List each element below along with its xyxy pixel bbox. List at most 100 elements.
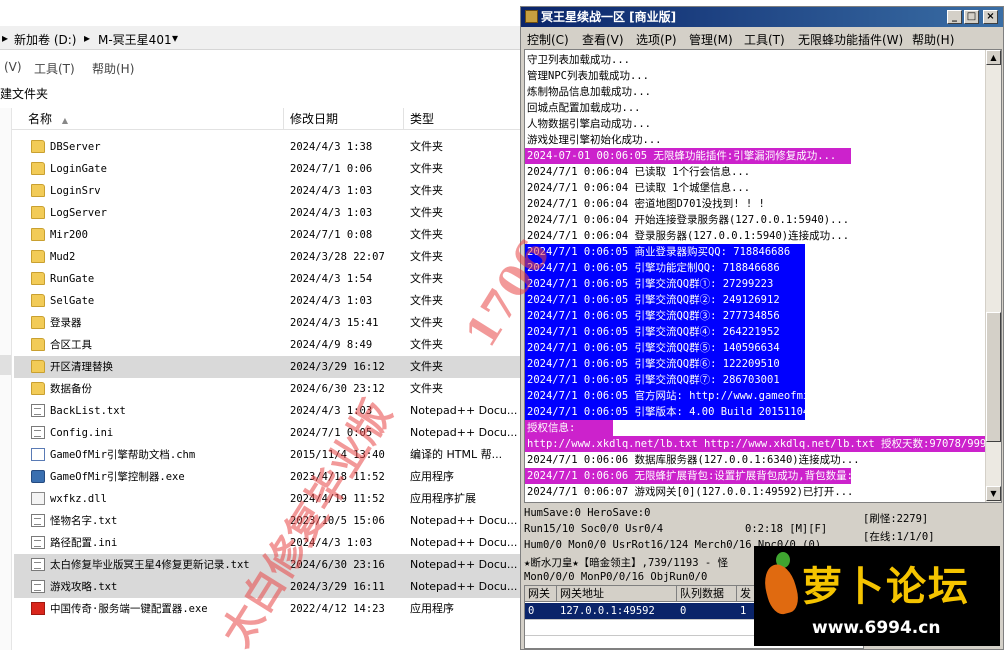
file-type: 文件夹 — [410, 272, 443, 285]
forum-logo: 萝卜论坛 www.6994.cn — [754, 546, 1000, 646]
column-type[interactable]: 类型 — [404, 108, 522, 130]
table-row[interactable]: GameOfMir引擎帮助文档.chm 2015/11/4 13:40 编译的 HT… — [14, 444, 522, 466]
breadcrumb-drive[interactable]: 新加卷 (D:) — [14, 31, 76, 48]
table-row[interactable]: 太白修复毕业版冥王星4修复更新记录.txt 2024/6/30 23:16 Note… — [14, 554, 522, 576]
new-folder-button[interactable]: 建文件夹 — [0, 82, 48, 102]
menu-tools[interactable]: 工具(T) — [34, 60, 75, 77]
maximize-button[interactable]: □ — [964, 10, 979, 24]
navigation-pane[interactable] — [0, 108, 12, 650]
table-row[interactable]: BackList.txt 2024/4/3 1:03 Notepad++ Docu.… — [14, 400, 522, 422]
text-file-icon — [31, 514, 45, 527]
table-row[interactable]: Mud2 2024/3/28 22:07 文件夹 — [14, 246, 522, 268]
file-type: 文件夹 — [410, 382, 443, 395]
gate-id: 0 — [528, 605, 535, 617]
file-date: 2024/4/9 8:49 — [290, 339, 373, 351]
breadcrumb-separator-icon[interactable]: ▸ — [84, 31, 90, 45]
scroll-up-icon[interactable]: ▲ — [986, 50, 1001, 65]
menu-view[interactable]: (V) — [4, 60, 22, 74]
dll-icon — [31, 492, 45, 505]
minimize-button[interactable]: _ — [947, 10, 962, 24]
log-line: 2024/7/1 0:06:04 已读取 1个城堡信息... — [527, 182, 751, 194]
table-row[interactable]: 合区工具 2024/4/9 8:49 文件夹 — [14, 334, 522, 356]
chevron-down-icon[interactable]: ▾ — [172, 31, 178, 45]
status-run: Run15/10 Soc0/0 Usr0/4 — [524, 523, 664, 535]
help-file-icon — [31, 448, 45, 461]
breadcrumb-folder[interactable]: M-冥王星401 — [98, 31, 172, 48]
table-row[interactable]: wxfkz.dll 2024/4/19 11:52 应用程序扩展 — [14, 488, 522, 510]
file-date: 2022/4/12 14:23 — [290, 603, 385, 615]
table-row[interactable]: LoginGate 2024/7/1 0:06 文件夹 — [14, 158, 522, 180]
gate-col-queue[interactable]: 队列数据 — [677, 586, 737, 602]
menu-tools[interactable]: 工具(T) — [744, 31, 785, 48]
table-row[interactable]: LoginSrv 2024/4/3 1:03 文件夹 — [14, 180, 522, 202]
title-bar[interactable]: 冥王星续战一区 [商业版] _ □ × — [521, 7, 1003, 27]
sort-up-icon: ▲ — [61, 116, 68, 125]
column-name[interactable]: 名称 ▲ — [12, 108, 284, 130]
navigation-selection — [0, 355, 11, 375]
file-name: 数据备份 — [50, 383, 92, 395]
logo-url: www.6994.cn — [812, 618, 941, 638]
table-row[interactable]: RunGate 2024/4/3 1:54 文件夹 — [14, 268, 522, 290]
table-row[interactable]: SelGate 2024/4/3 1:03 文件夹 — [14, 290, 522, 312]
column-header: 名称 ▲ 修改日期 类型 — [12, 108, 522, 130]
log-line: 守卫列表加载成功... — [527, 54, 630, 66]
folder-icon — [31, 272, 45, 285]
log-line: 授权信息: — [525, 420, 613, 436]
gate-col-id[interactable]: 网关 — [525, 586, 557, 602]
file-date: 2024/4/3 1:03 — [290, 295, 373, 307]
file-date: 2024/7/1 0:06 — [290, 163, 373, 175]
table-row[interactable]: LogServer 2024/4/3 1:03 文件夹 — [14, 202, 522, 224]
file-date: 2024/3/28 22:07 — [290, 251, 385, 263]
server-log[interactable]: 守卫列表加载成功... 管理NPC列表加载成功... 炼制物品信息加载成功... 回城… — [524, 49, 1002, 503]
menu-options[interactable]: 选项(P) — [636, 31, 677, 48]
log-line: 2024/7/1 0:06:05 引擎交流QQ群②: 249126912 — [525, 292, 805, 308]
log-line: 2024/7/1 0:06:07 游戏网关[0](127.0.0.1:49592… — [527, 486, 854, 498]
window-title: 冥王星续战一区 [商业版] — [541, 10, 677, 24]
text-file-icon — [31, 404, 45, 417]
scroll-down-icon[interactable]: ▼ — [986, 486, 1001, 501]
menu-manage[interactable]: 管理(M) — [689, 31, 733, 48]
log-line: 管理NPC列表加载成功... — [527, 70, 649, 82]
scroll-thumb[interactable] — [986, 312, 1001, 442]
file-date: 2024/4/3 1:03 — [290, 537, 373, 549]
gate-col-address[interactable]: 网关地址 — [557, 586, 677, 602]
table-row[interactable]: 数据备份 2024/6/30 23:12 文件夹 — [14, 378, 522, 400]
file-explorer: ▸ 新加卷 (D:) ▸ M-冥王星401 ▾ (V) 工具(T) 帮助(H) … — [0, 0, 522, 650]
file-name: 游戏攻略.txt — [50, 581, 118, 593]
menu-help[interactable]: 帮助(H) — [92, 60, 134, 77]
file-type: 文件夹 — [410, 140, 443, 153]
menu-control[interactable]: 控制(C) — [527, 31, 569, 48]
table-row[interactable]: DBServer 2024/4/3 1:38 文件夹 — [14, 136, 522, 158]
log-line: 2024/7/1 0:06:05 引擎交流QQ群①: 27299223 — [525, 276, 805, 292]
file-name: Mir200 — [50, 229, 88, 241]
menu-plugin[interactable]: 无限蜂功能插件(W) — [798, 31, 903, 48]
log-scrollbar[interactable]: ▲ ▼ — [985, 50, 1001, 502]
table-row[interactable]: 中国传奇·服务端一键配置器.exe 2022/4/12 14:23 应用程序 — [14, 598, 522, 620]
table-row[interactable]: 开区清理替换 2024/3/29 16:12 文件夹 — [14, 356, 522, 378]
status-time: 0:2:18 [M][F] — [745, 523, 828, 535]
text-file-icon — [31, 536, 45, 549]
table-row[interactable]: 路径配置.ini 2024/4/3 1:03 Notepad++ Docu... — [14, 532, 522, 554]
file-name: 太白修复毕业版冥王星4修复更新记录.txt — [50, 559, 250, 571]
table-row[interactable]: Mir200 2024/7/1 0:08 文件夹 — [14, 224, 522, 246]
breadcrumb-arrow-icon[interactable]: ▸ — [2, 31, 8, 45]
table-row[interactable]: Config.ini 2024/7/1 0:05 Notepad++ Docu... — [14, 422, 522, 444]
folder-icon — [31, 184, 45, 197]
file-name: wxfkz.dll — [50, 493, 107, 505]
column-date[interactable]: 修改日期 — [284, 108, 404, 130]
menu-help[interactable]: 帮助(H) — [912, 31, 954, 48]
log-line: 游戏处理引擎初始化成功... — [527, 134, 662, 146]
address-bar[interactable]: ▸ 新加卷 (D:) ▸ M-冥王星401 ▾ — [0, 26, 522, 50]
table-row[interactable]: 登录器 2024/4/3 15:41 文件夹 — [14, 312, 522, 334]
folder-icon — [31, 360, 45, 373]
table-row[interactable]: GameOfMir引擎控制器.exe 2023/4/18 11:52 应用程序 — [14, 466, 522, 488]
folder-icon — [31, 382, 45, 395]
menu-view[interactable]: 查看(V) — [582, 31, 624, 48]
file-name: 路径配置.ini — [50, 537, 118, 549]
close-button[interactable]: × — [983, 10, 998, 24]
table-row[interactable]: 游戏攻略.txt 2024/3/29 16:11 Notepad++ Docu... — [14, 576, 522, 598]
status-save: HumSave:0 HeroSave:0 — [524, 507, 651, 519]
file-name: RunGate — [50, 273, 95, 285]
app-icon — [525, 10, 538, 23]
table-row[interactable]: 怪物名字.txt 2023/10/5 15:06 Notepad++ Docu... — [14, 510, 522, 532]
